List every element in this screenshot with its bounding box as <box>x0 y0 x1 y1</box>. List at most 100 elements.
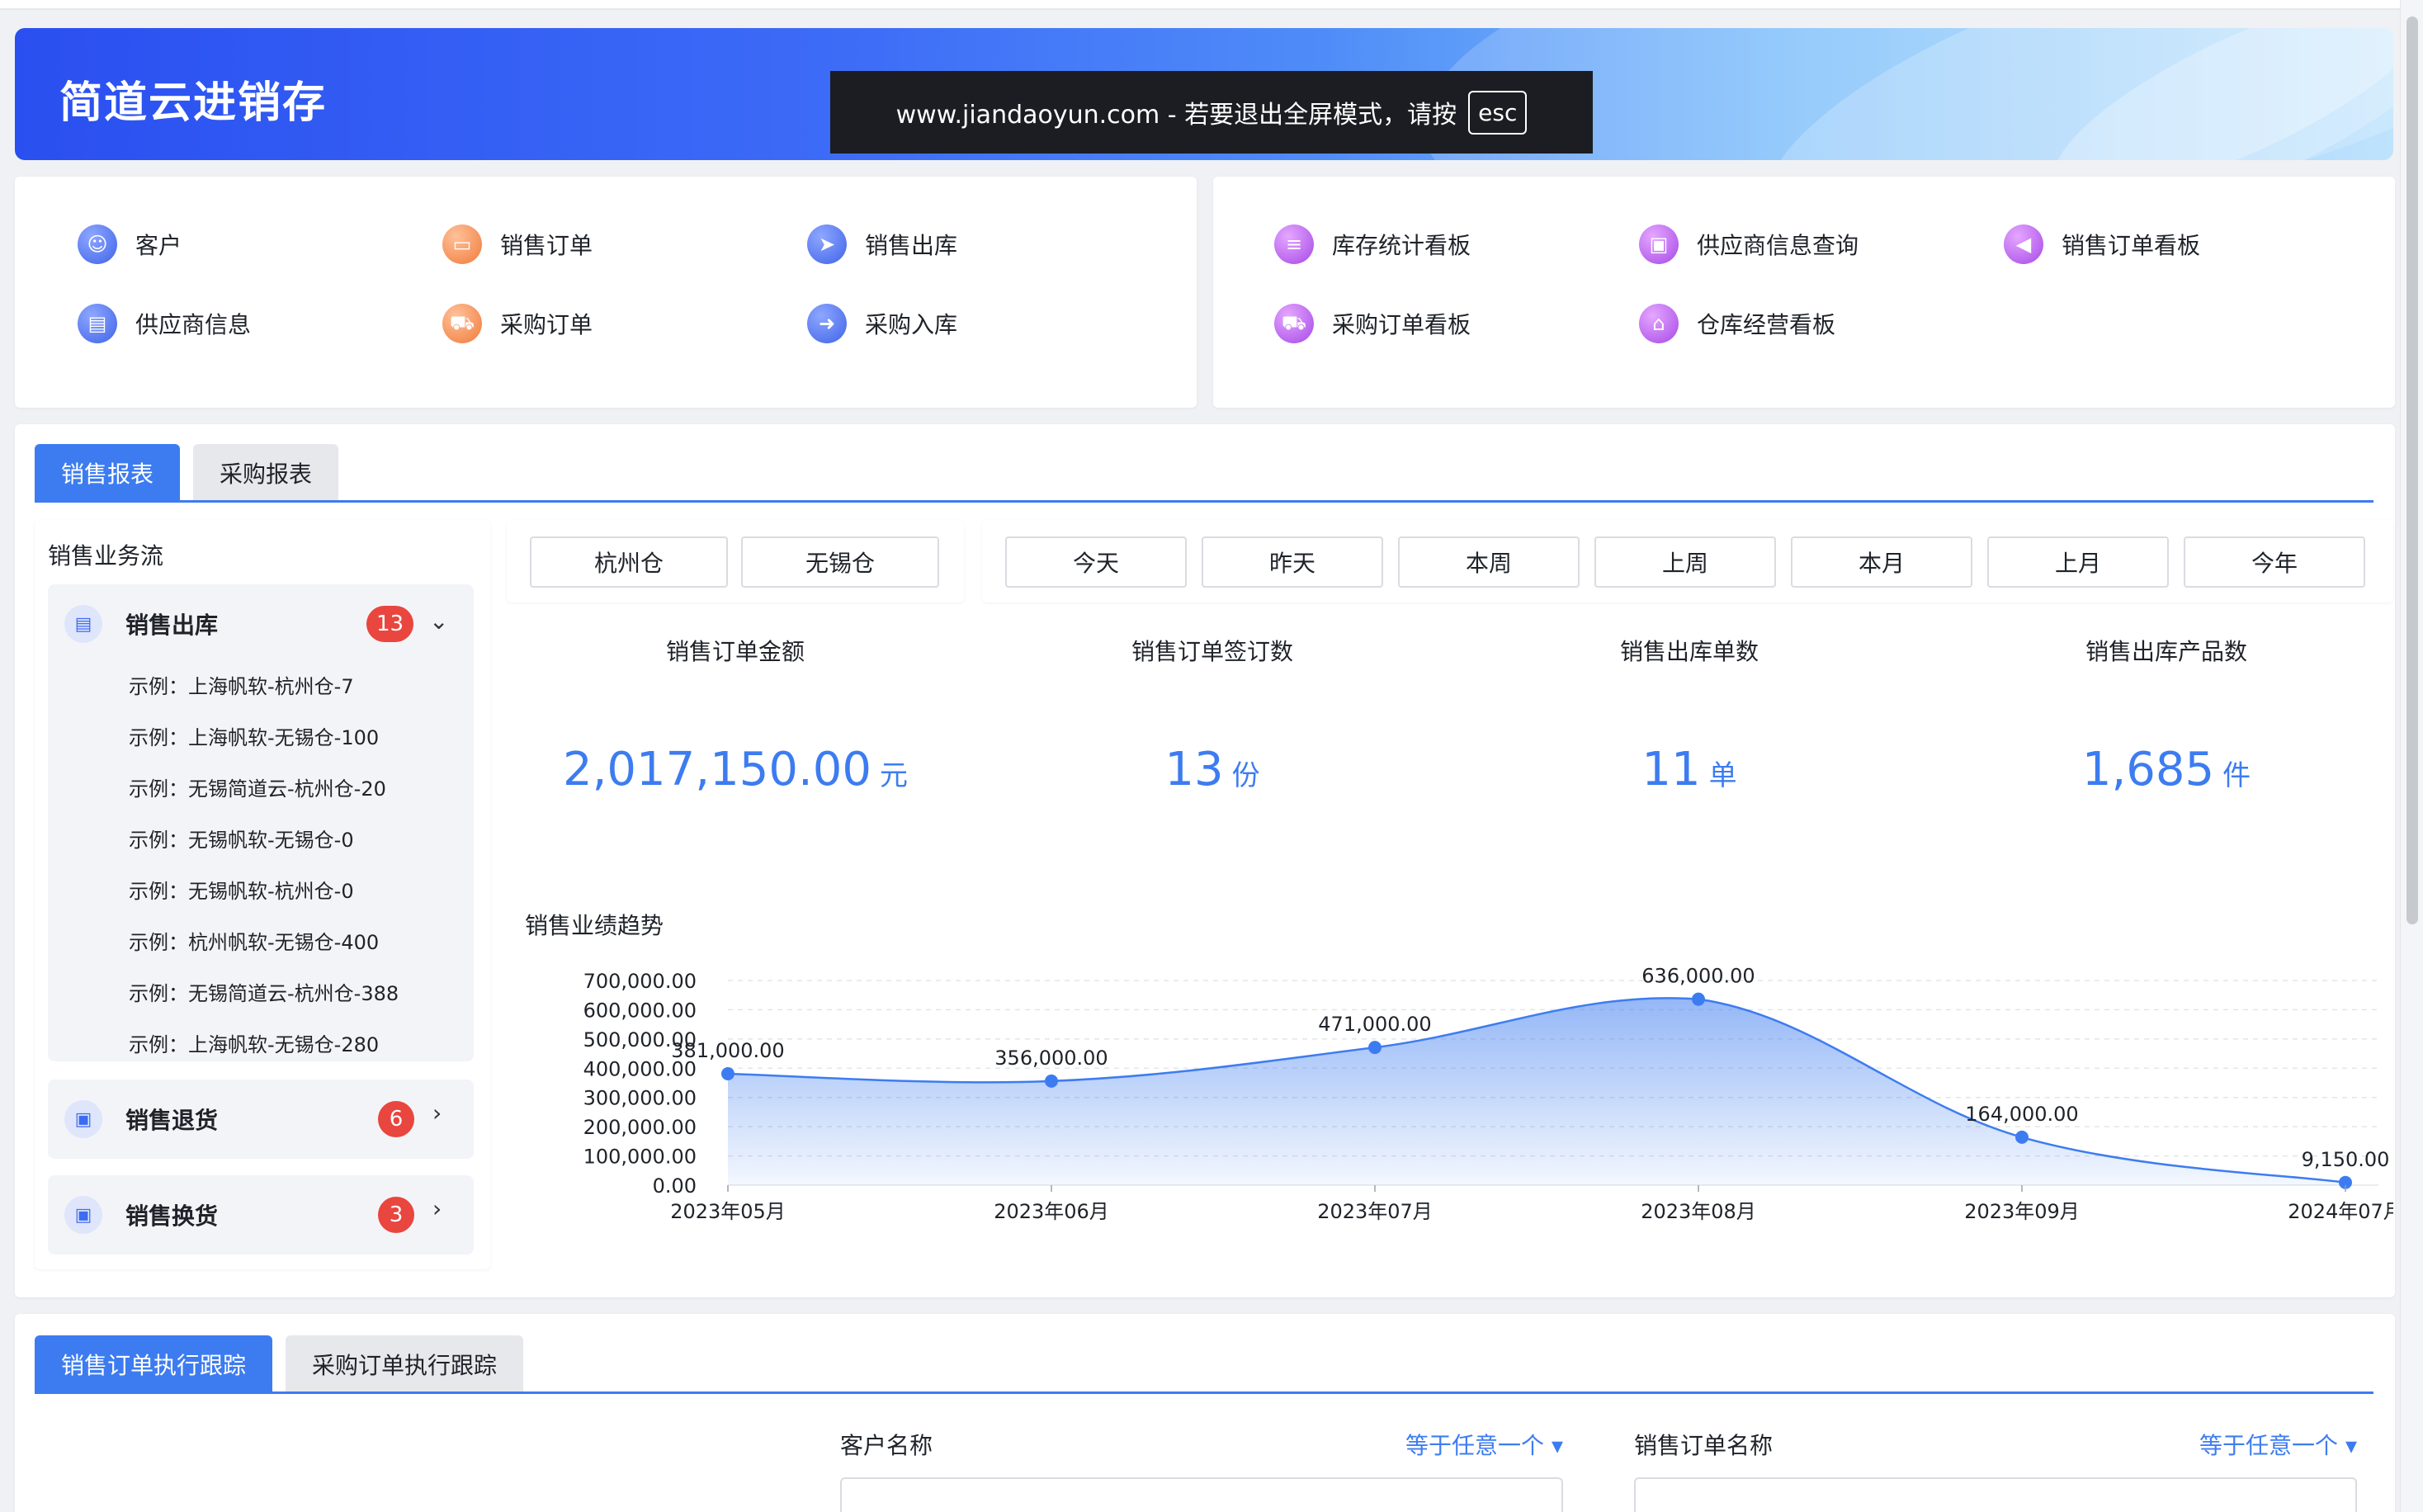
quick-link[interactable]: ▣ 供应商信息查询 <box>1639 224 1859 264</box>
period-button[interactable]: 本月 <box>1791 536 1972 588</box>
sidebar-sub-item[interactable]: 示例：杭州帆软-无锡仓-400 <box>129 926 379 955</box>
quick-link-label: 仓库经营看板 <box>1697 311 1836 338</box>
filter-operator-text: 等于任意一个 <box>2199 1432 2339 1459</box>
data-point <box>1045 1074 1058 1088</box>
tab-sales-order-tracking[interactable]: 销售订单执行跟踪 <box>35 1335 273 1393</box>
quick-link-label: 采购订单看板 <box>1332 311 1471 338</box>
y-tick-label: 100,000.00 <box>583 1146 697 1169</box>
quick-link[interactable]: ⛟ 采购订单 <box>442 304 593 343</box>
sidebar-sub-item[interactable]: 示例：上海帆软-无锡仓-280 <box>129 1028 379 1057</box>
sidebar-sub-item[interactable]: 示例：无锡帆软-杭州仓-0 <box>129 875 354 904</box>
kpi-value: 13 份 <box>984 743 1441 796</box>
quick-link-label: 销售订单看板 <box>2062 232 2201 259</box>
caret-down-icon: ▾ <box>1551 1432 1563 1459</box>
truck-icon: ⛟ <box>1274 304 1314 343</box>
y-tick-label: 600,000.00 <box>583 999 697 1022</box>
quick-link-label: 客户 <box>135 232 182 259</box>
customer-icon: ☺ <box>78 224 117 264</box>
warehouse-wuxi-button[interactable]: 无锡仓 <box>741 536 939 588</box>
fullscreen-toast: www.jiandaoyun.com - 若要退出全屏模式，请按 esc <box>830 71 1593 154</box>
x-tick-label: 2024年07月 <box>2288 1200 2393 1223</box>
kpi-number: 1,685 <box>2081 743 2215 796</box>
quick-link-label: 销售订单 <box>500 232 593 259</box>
tab-purchase-report[interactable]: 采购报表 <box>193 444 339 502</box>
kpi-title: 销售订单签订数 <box>1131 638 1293 665</box>
quick-links-panel-left <box>15 177 1197 408</box>
quick-link-label: 供应商信息查询 <box>1697 232 1859 259</box>
period-button[interactable]: 上月 <box>1987 536 2169 588</box>
period-button[interactable]: 今天 <box>1005 536 1187 588</box>
x-tick-label: 2023年07月 <box>1317 1200 1433 1223</box>
filter-operator[interactable]: 等于任意一个 ▾ <box>2199 1428 2357 1461</box>
send-icon: ➤ <box>807 224 847 264</box>
kpi-card: 销售出库产品数 1,685 件 <box>1938 619 2395 873</box>
period-button[interactable]: 昨天 <box>1202 536 1383 588</box>
data-point <box>1368 1041 1382 1055</box>
period-button[interactable]: 今年 <box>2184 536 2365 588</box>
quick-link[interactable]: ⛟ 采购订单看板 <box>1274 304 1471 343</box>
kpi-value: 2,017,150.00 元 <box>507 743 964 796</box>
group-sales-exchange: ▣ 销售换货 3 › <box>48 1175 474 1254</box>
sales-trend-chart-card: 销售业绩趋势 700,000.00 600,000.00 500,000.00 400… <box>507 891 2393 1269</box>
x-tick-label: 2023年06月 <box>994 1200 1109 1223</box>
tab-purchase-order-tracking[interactable]: 采购订单执行跟踪 <box>286 1335 524 1393</box>
supplier-icon: ▤ <box>78 304 117 343</box>
y-tick-label: 700,000.00 <box>583 970 697 993</box>
warehouse-hangzhou-button[interactable]: 杭州仓 <box>530 536 728 588</box>
kpi-unit: 单 <box>1708 759 1737 792</box>
tracking-blank-card <box>35 1410 807 1512</box>
quick-link[interactable]: ◀ 销售订单看板 <box>2004 224 2200 264</box>
quick-link[interactable]: ⌂ 仓库经营看板 <box>1639 304 1835 343</box>
tracking-tabs-underline <box>35 1392 2373 1394</box>
sidebar-sub-item[interactable]: 示例：上海帆软-杭州仓-7 <box>129 670 354 699</box>
sidebar-sub-item[interactable]: 示例：上海帆软-无锡仓-100 <box>129 721 379 750</box>
quick-links-panel-right <box>1213 177 2395 408</box>
chevron-right-icon[interactable]: › <box>432 1195 442 1222</box>
database-icon: ≡ <box>1274 224 1314 264</box>
tracking-tabs: 销售订单执行跟踪 采购订单执行跟踪 <box>35 1335 524 1393</box>
page-scrollbar[interactable] <box>2400 0 2423 1512</box>
scrollbar-thumb[interactable] <box>2406 17 2418 924</box>
kpi-value: 11 单 <box>1461 743 1918 796</box>
quick-link[interactable]: ➜ 采购入库 <box>807 304 957 343</box>
data-point <box>721 1067 734 1081</box>
quick-link-label: 供应商信息 <box>135 311 252 338</box>
count-badge: 13 <box>366 606 414 642</box>
fullscreen-message: www.jiandaoyun.com - 若要退出全屏模式，请按 <box>895 101 1457 130</box>
sales-trend-chart: 700,000.00600,000.00500,000.00400,000.00… <box>583 965 2393 1223</box>
tab-sales-report[interactable]: 销售报表 <box>35 444 181 502</box>
quick-link[interactable]: ➤ 销售出库 <box>807 224 957 264</box>
sales-order-select[interactable] <box>1634 1477 2357 1512</box>
data-point <box>1692 992 1705 1006</box>
back-arrow-icon: ◀ <box>2004 224 2043 264</box>
quick-link[interactable]: ≡ 库存统计看板 <box>1274 224 1471 264</box>
period-button[interactable]: 本周 <box>1398 536 1580 588</box>
customer-select[interactable] <box>840 1477 1563 1512</box>
inbound-icon: ➜ <box>807 304 847 343</box>
x-tick-label: 2023年05月 <box>670 1200 786 1223</box>
chevron-right-icon[interactable]: › <box>432 1099 442 1127</box>
report-tabs: 销售报表 采购报表 <box>35 444 339 502</box>
filter-operator-text: 等于任意一个 <box>1405 1432 1545 1459</box>
quick-link[interactable]: ☺ 客户 <box>78 224 182 264</box>
data-label: 636,000.00 <box>1641 965 1755 988</box>
briefcase-icon: ▣ <box>1639 224 1679 264</box>
filter-operator[interactable]: 等于任意一个 ▾ <box>1405 1428 1563 1461</box>
period-button[interactable]: 上周 <box>1594 536 1776 588</box>
app-title: 简道云进销存 <box>59 78 328 128</box>
kpi-card: 销售订单签订数 13 份 <box>984 619 1441 873</box>
kpi-number: 11 <box>1641 743 1701 796</box>
data-label: 164,000.00 <box>1965 1103 2078 1126</box>
data-point <box>2015 1130 2029 1144</box>
data-label: 381,000.00 <box>671 1039 784 1062</box>
return-icon: ▣ <box>64 1100 102 1138</box>
sidebar-sub-item[interactable]: 示例：无锡简道云-杭州仓-388 <box>129 977 399 1006</box>
esc-key: esc <box>1468 90 1528 135</box>
sidebar-sub-item[interactable]: 示例：无锡帆软-无锡仓-0 <box>129 824 354 853</box>
sidebar-sub-item[interactable]: 示例：无锡简道云-杭州仓-20 <box>129 773 386 801</box>
quick-link[interactable]: ▭ 销售订单 <box>442 224 593 264</box>
chevron-down-icon[interactable]: ⌄ <box>429 607 448 635</box>
quick-link[interactable]: ▤ 供应商信息 <box>78 304 251 343</box>
document-icon: ▤ <box>64 605 102 643</box>
filter-label: 客户名称 <box>840 1432 933 1459</box>
